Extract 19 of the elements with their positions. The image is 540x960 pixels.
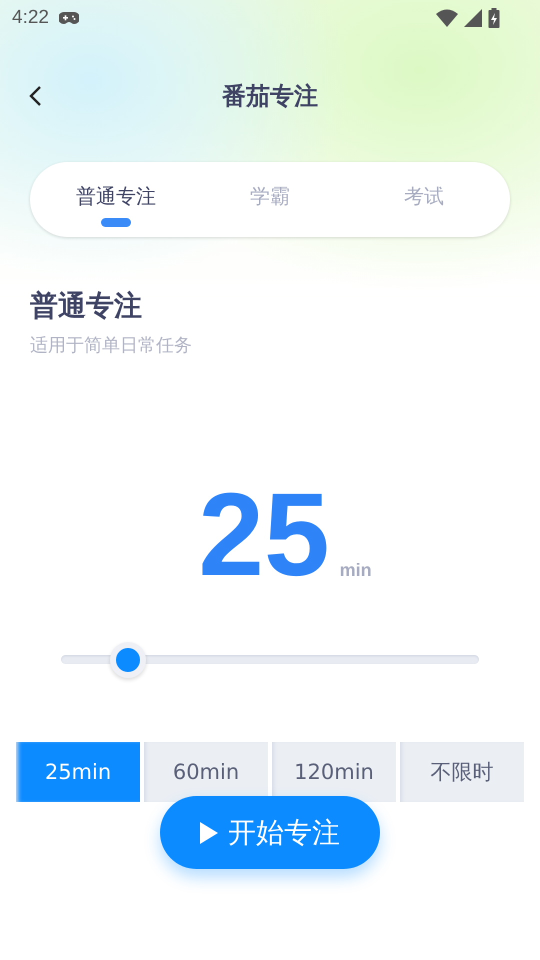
wifi-icon <box>436 9 458 27</box>
duration-option[interactable]: 不限时 <box>400 742 524 802</box>
mode-tab[interactable]: 普通专注 <box>66 162 166 237</box>
mode-subtitle: 适用于简单日常任务 <box>30 334 192 357</box>
timer-value: 25 <box>198 485 330 585</box>
page-title: 番茄专注 <box>222 81 318 112</box>
mode-title: 普通专注 <box>30 288 142 324</box>
back-icon[interactable] <box>28 85 42 107</box>
duration-option[interactable]: 60min <box>144 742 268 802</box>
status-time: 4:22 <box>12 7 49 29</box>
duration-option[interactable]: 120min <box>272 742 396 802</box>
signal-icon <box>464 9 482 27</box>
duration-option[interactable]: 25min <box>16 742 140 802</box>
play-icon <box>200 822 218 844</box>
gamepad-icon <box>58 11 79 25</box>
slider-thumb[interactable] <box>110 642 146 678</box>
timer-unit: min <box>340 560 372 581</box>
start-button[interactable]: 开始专注 <box>160 796 380 869</box>
battery-icon <box>488 8 500 28</box>
